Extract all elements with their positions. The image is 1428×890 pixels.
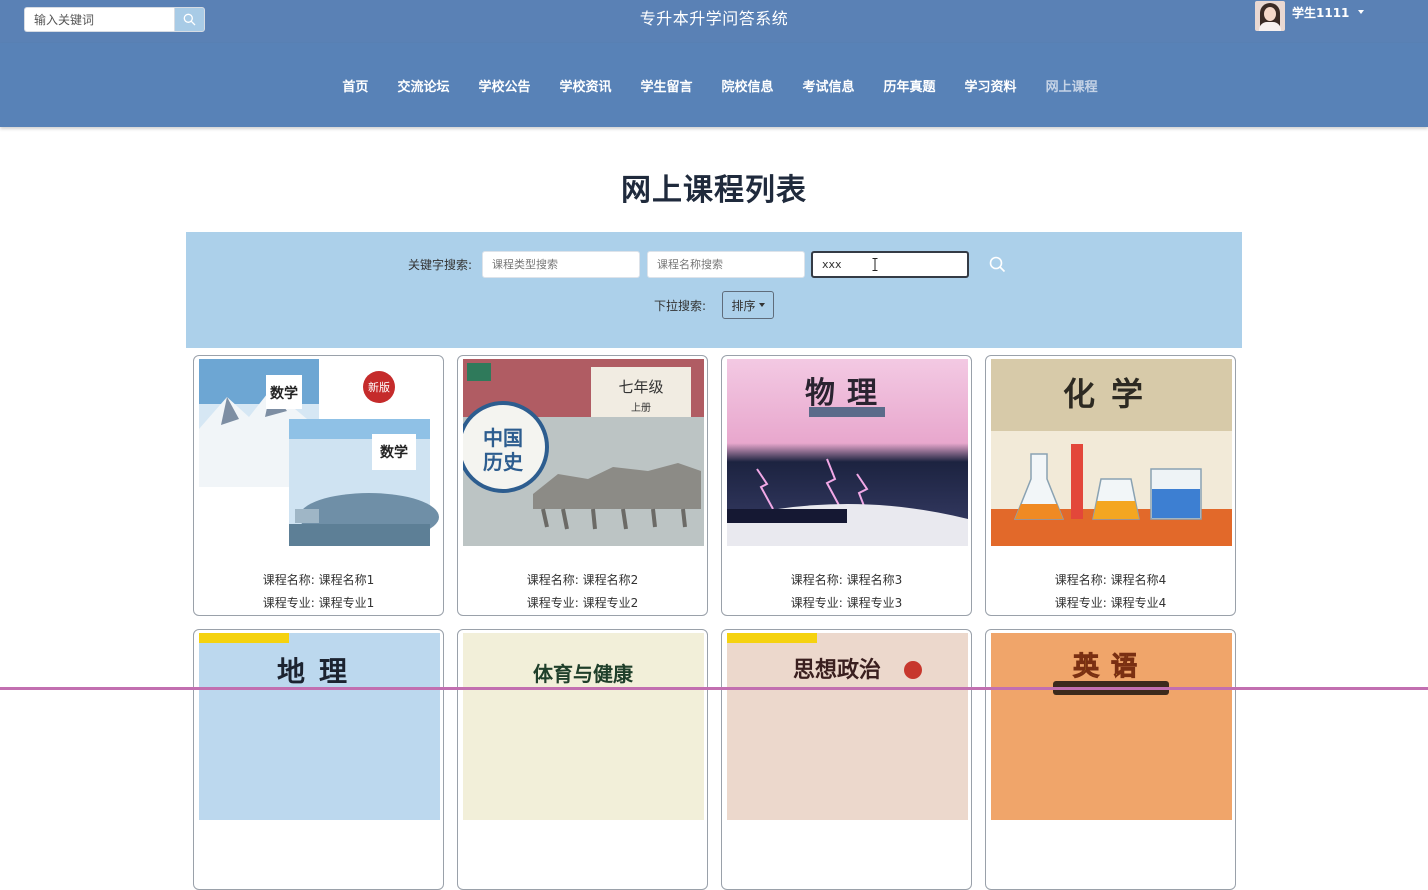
svg-text:历史: 历史 — [483, 450, 524, 474]
svg-text:思想政治: 思想政治 — [793, 657, 881, 683]
course-card[interactable]: 地理 — [193, 629, 444, 890]
nav-item-online-courses[interactable]: 网上课程 — [1046, 76, 1098, 95]
course-cover-image: 体育与健康 — [463, 633, 704, 820]
page-title: 网上课程列表 — [621, 173, 807, 208]
keyword-search-label: 关键字搜索: — [408, 258, 473, 272]
course-cover-image: 英语 — [991, 633, 1232, 820]
svg-text:化学: 化学 — [1063, 375, 1159, 413]
course-name: 课程名称: 课程名称4 — [1054, 573, 1167, 587]
course-name: 课程名称: 课程名称3 — [790, 573, 903, 587]
third-search-input[interactable] — [811, 251, 969, 278]
dropdown-search-label: 下拉搜索: — [654, 299, 707, 313]
course-name: 课程名称: 课程名称1 — [262, 573, 375, 587]
svg-text:物理: 物理 — [805, 376, 889, 411]
caret-down-icon — [758, 303, 765, 307]
course-card[interactable]: 思想政治 — [721, 629, 972, 890]
caret-down-icon — [1358, 10, 1365, 14]
course-card[interactable]: 物理 课程名称: 课程名称3 课程专业: 课程专业3 — [721, 355, 972, 616]
course-major: 课程专业: 课程专业1 — [262, 596, 375, 610]
filter-panel: 关键字搜索: 下拉搜索: 排序 — [186, 232, 1242, 348]
course-name-search-input[interactable] — [647, 251, 805, 278]
sort-label: 排序 — [731, 298, 756, 313]
course-cover-image: 数学 新版 数学 — [199, 359, 440, 546]
sort-dropdown-button[interactable]: 排序 — [722, 291, 774, 319]
course-major: 课程专业: 课程专业3 — [790, 596, 903, 610]
nav-item-messages[interactable]: 学生留言 — [640, 76, 692, 95]
svg-text:英语: 英语 — [1073, 652, 1149, 682]
username: 学生1111 — [1292, 6, 1350, 20]
svg-text:中国: 中国 — [483, 426, 523, 450]
nav-item-home[interactable]: 首页 — [342, 76, 368, 95]
nav-item-announcements[interactable]: 学校公告 — [478, 76, 530, 95]
course-name: 课程名称: 课程名称2 — [526, 573, 639, 587]
avatar — [1255, 1, 1285, 31]
nav-item-forum[interactable]: 交流论坛 — [397, 76, 449, 95]
svg-text:新版: 新版 — [368, 380, 390, 394]
nav-item-exams[interactable]: 考试信息 — [803, 76, 855, 95]
filter-search-button[interactable] — [988, 255, 1008, 275]
course-card[interactable]: 英语 — [985, 629, 1236, 890]
main-nav: 首页 交流论坛 学校公告 学校资讯 学生留言 院校信息 考试信息 历年真题 学习… — [0, 43, 1428, 127]
svg-text:数学: 数学 — [380, 444, 408, 461]
svg-text:体育与健康: 体育与健康 — [533, 662, 634, 686]
course-type-search-input[interactable] — [482, 251, 640, 278]
course-card[interactable]: 化学 课程名称: 课程名称4 课程专业: 课程专业4 — [985, 355, 1236, 616]
search-icon — [183, 13, 196, 26]
top-bar: 专升本升学问答系统 学生1111 — [0, 0, 1428, 43]
svg-text:上册: 上册 — [631, 402, 651, 414]
nav-item-past-papers[interactable]: 历年真题 — [884, 76, 936, 95]
course-cover-image: 物理 — [727, 359, 968, 546]
svg-text:地理: 地理 — [277, 655, 361, 688]
app-title: 专升本升学问答系统 — [639, 9, 789, 28]
course-cover-image: 化学 — [991, 359, 1232, 546]
svg-text:七年级: 七年级 — [618, 378, 663, 396]
nav-item-colleges[interactable]: 院校信息 — [722, 76, 774, 95]
svg-text:数学: 数学 — [270, 385, 298, 402]
nav-item-study-materials[interactable]: 学习资料 — [965, 76, 1017, 95]
global-search — [24, 7, 205, 32]
course-card[interactable]: 体育与健康 — [457, 629, 708, 890]
course-card[interactable]: 数学 新版 数学 课程名称: 课程名称1 课程专业: 课程专业1 — [193, 355, 444, 616]
user-menu[interactable]: 学生1111 — [1255, 1, 1365, 33]
global-search-button[interactable] — [174, 7, 205, 32]
course-cover-image: 地理 — [199, 633, 440, 820]
course-cover-image: 思想政治 — [727, 633, 968, 820]
course-major: 课程专业: 课程专业4 — [1054, 596, 1167, 610]
global-search-input[interactable] — [24, 7, 174, 32]
course-cover-image: 七年级 上册 中国 历史 — [463, 359, 704, 546]
course-major: 课程专业: 课程专业2 — [526, 596, 639, 610]
course-card[interactable]: 七年级 上册 中国 历史 课程名称: 课程名称2 课程专业: 课程专业2 — [457, 355, 708, 616]
nav-item-school-news[interactable]: 学校资讯 — [559, 76, 611, 95]
